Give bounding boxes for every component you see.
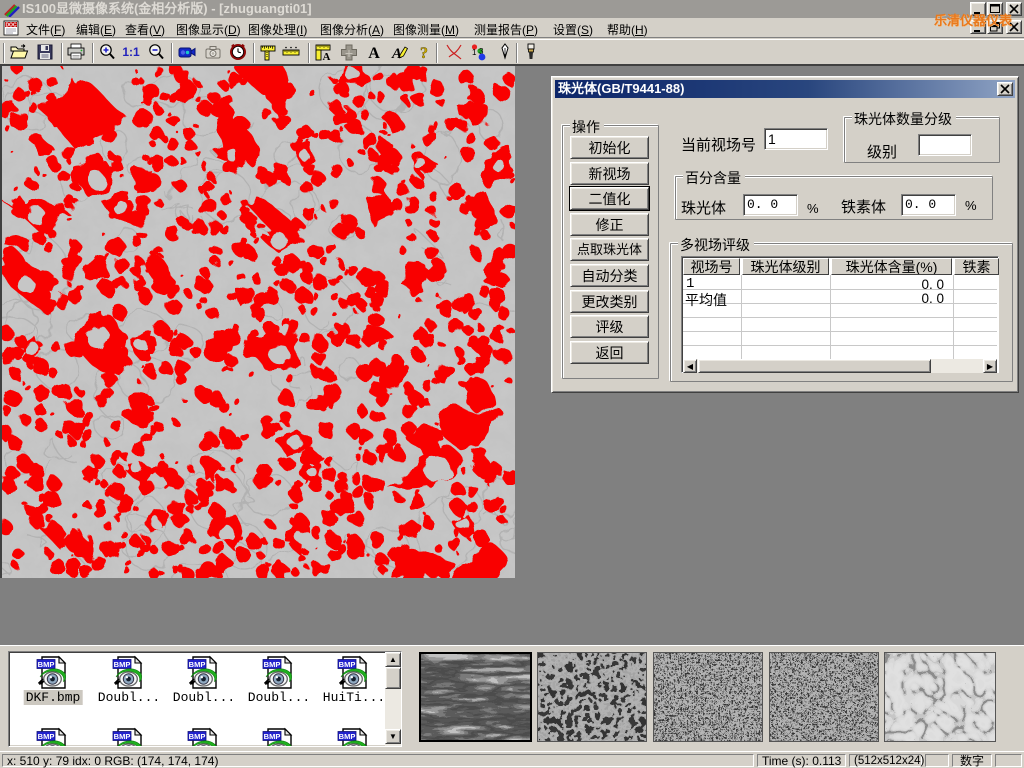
svg-text:BMP: BMP bbox=[264, 732, 281, 741]
svg-text:BMP: BMP bbox=[189, 660, 206, 669]
svg-text:DOC: DOC bbox=[5, 23, 17, 29]
svg-text:1:1: 1:1 bbox=[122, 45, 140, 59]
svg-text:BMP: BMP bbox=[264, 660, 281, 669]
svg-text:A: A bbox=[323, 51, 331, 62]
svg-text:BMP: BMP bbox=[38, 660, 55, 669]
svg-text:BMP: BMP bbox=[189, 732, 206, 741]
svg-text:BMP: BMP bbox=[339, 732, 356, 741]
svg-text:1: 1 bbox=[472, 48, 477, 57]
svg-text:?: ? bbox=[420, 45, 428, 62]
svg-text:BMP: BMP bbox=[339, 660, 356, 669]
svg-text:BMP: BMP bbox=[114, 660, 131, 669]
svg-text:BMP: BMP bbox=[38, 732, 55, 741]
svg-text:BMP: BMP bbox=[114, 732, 131, 741]
svg-text:A: A bbox=[368, 45, 380, 62]
